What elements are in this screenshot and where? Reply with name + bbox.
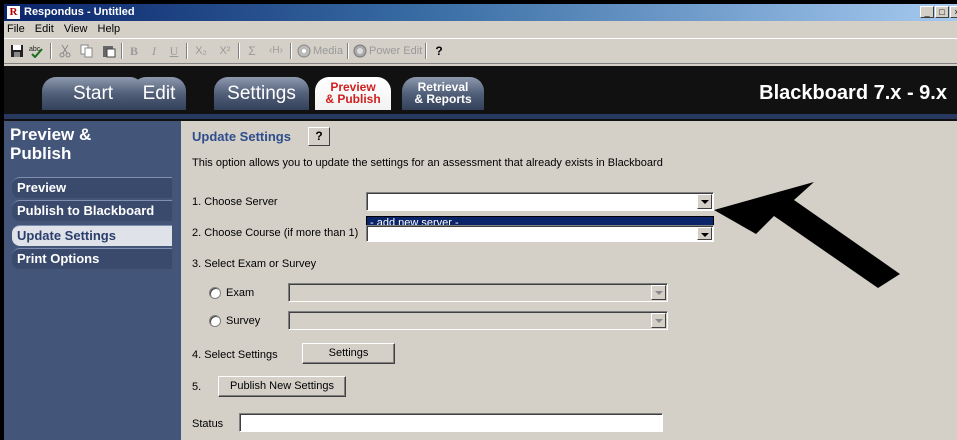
exam-radio[interactable] [209, 287, 221, 299]
menu-view[interactable]: View [61, 21, 92, 36]
sidebar-heading-line1: Preview & [10, 125, 92, 144]
menu-edit[interactable]: Edit [32, 21, 58, 36]
power-edit-label[interactable]: Power Edit [369, 42, 422, 60]
status-label: Status [192, 418, 224, 430]
sidebar: Preview & Publish Preview Publish to Bla… [4, 121, 181, 440]
server-select[interactable] [366, 192, 714, 211]
survey-select[interactable] [288, 311, 668, 330]
toolbar-separator [425, 43, 427, 59]
html-icon[interactable]: ‹H› [266, 42, 286, 60]
minimize-button[interactable]: _ [920, 6, 934, 18]
survey-radio[interactable] [209, 315, 221, 327]
step2-label: 2. Choose Course (if more than 1) [192, 227, 359, 239]
tab-bar-strip [4, 114, 957, 119]
description-text: This option allows you to update the set… [192, 157, 663, 169]
step5-label: 5. [192, 381, 202, 393]
publish-new-settings-button[interactable]: Publish New Settings [218, 376, 346, 397]
annotation-arrow-icon [714, 182, 900, 288]
menu-file[interactable]: File [4, 21, 29, 36]
survey-label: Survey [226, 315, 261, 327]
underline-icon[interactable]: U [166, 42, 182, 60]
sidebar-item-print-options[interactable]: Print Options [12, 248, 172, 269]
tab-retrieval-reports[interactable]: Retrieval & Reports [402, 77, 484, 110]
respondus-logo-icon: R [7, 6, 20, 19]
toolbar-separator [50, 43, 52, 59]
save-icon[interactable] [8, 42, 26, 60]
product-label: Blackboard 7.x - 9.x [759, 82, 947, 104]
tab-start[interactable]: Start [42, 77, 144, 110]
close-button[interactable]: × [950, 6, 957, 18]
window-title: Respondus - Untitled [24, 6, 135, 18]
chevron-down-icon[interactable] [697, 227, 712, 240]
course-select[interactable] [366, 225, 714, 242]
toolbar-separator [238, 43, 240, 59]
toolbar-separator [290, 43, 292, 59]
page-title: Update Settings [192, 129, 291, 144]
sidebar-heading: Preview & Publish [10, 125, 91, 163]
sidebar-item-preview[interactable]: Preview [12, 177, 172, 198]
chevron-down-icon[interactable] [651, 313, 666, 328]
spellcheck-icon[interactable]: abc [28, 42, 46, 60]
media-label[interactable]: Media [313, 42, 343, 60]
menu-help[interactable]: Help [95, 21, 125, 36]
tab-bar: Start Edit Settings Preview & Publish Re… [4, 66, 957, 121]
step4-label: 4. Select Settings [192, 349, 278, 361]
help-icon[interactable]: ? [432, 42, 446, 60]
title-bar: R Respondus - Untitled _ □ × [4, 4, 957, 21]
sidebar-heading-line2: Publish [10, 144, 72, 163]
subscript-icon[interactable]: X₂ [192, 42, 210, 60]
step1-label: 1. Choose Server [192, 196, 278, 208]
status-field[interactable] [239, 413, 663, 432]
exam-label: Exam [226, 287, 255, 299]
bold-icon[interactable]: B [126, 42, 142, 60]
settings-button[interactable]: Settings [302, 343, 395, 364]
paste-icon[interactable] [100, 42, 118, 60]
toolbar-separator [347, 43, 349, 59]
copy-icon[interactable] [78, 42, 96, 60]
tab-settings[interactable]: Settings [214, 77, 309, 110]
help-button[interactable]: ? [308, 127, 330, 146]
toolbar: abc B I U X₂ X² Σ ‹H› Media Power Edit ? [4, 38, 957, 64]
toolbar-separator [121, 43, 123, 59]
tab-preview-publish-line2: & Publish [325, 92, 381, 106]
maximize-button[interactable]: □ [935, 6, 949, 18]
sidebar-item-publish-to-blackboard[interactable]: Publish to Blackboard [12, 200, 172, 221]
italic-icon[interactable]: I [146, 42, 162, 60]
toolbar-separator [186, 43, 188, 59]
equation-icon[interactable]: Σ [244, 42, 260, 60]
tab-edit[interactable]: Edit [132, 77, 186, 110]
chevron-down-icon[interactable] [651, 285, 666, 300]
app-window: R Respondus - Untitled _ □ × File Edit V… [4, 4, 957, 440]
tab-preview-publish[interactable]: Preview & Publish [315, 77, 391, 110]
tab-retrieval-reports-line2: & Reports [414, 92, 472, 106]
menu-bar: File Edit View Help [4, 21, 957, 38]
step3-label: 3. Select Exam or Survey [192, 258, 317, 270]
superscript-icon[interactable]: X² [216, 42, 234, 60]
cut-icon[interactable] [56, 42, 74, 60]
power-edit-icon[interactable] [352, 42, 368, 60]
exam-select[interactable] [288, 283, 668, 302]
media-icon[interactable] [296, 42, 312, 60]
chevron-down-icon[interactable] [697, 194, 712, 209]
sidebar-item-update-settings[interactable]: Update Settings [12, 225, 172, 246]
